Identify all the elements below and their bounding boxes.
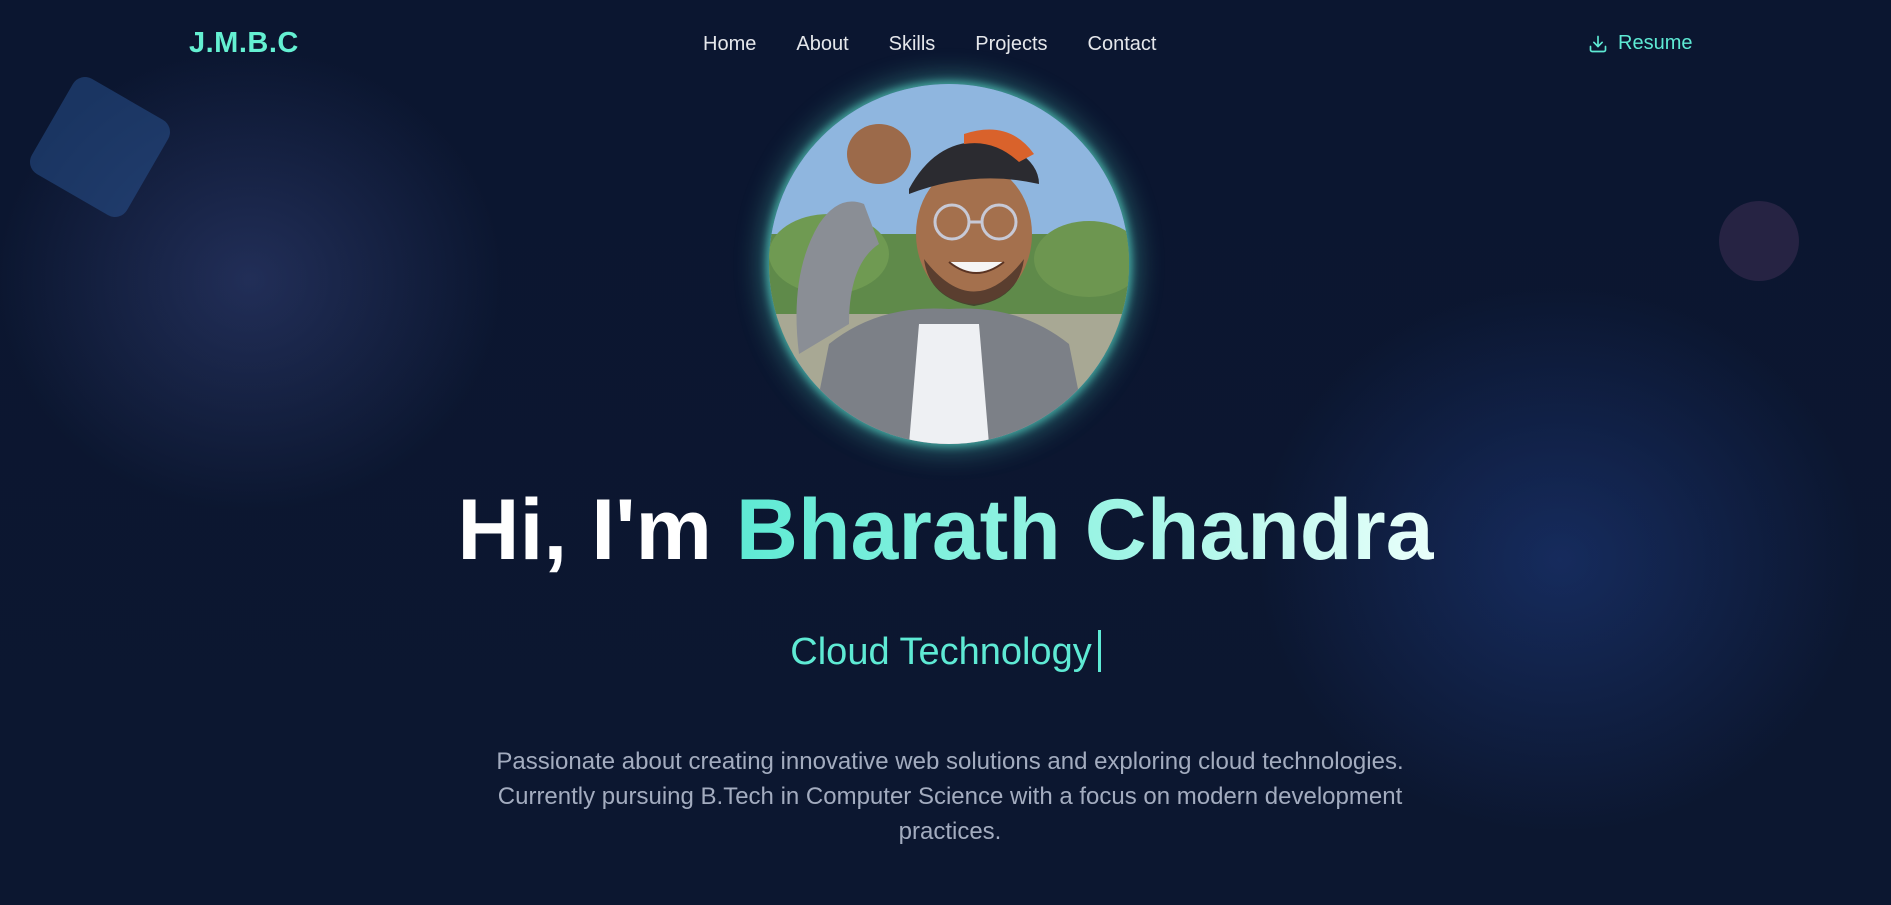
decorative-circle [1719,201,1799,281]
hero-headline: Hi, I'm Bharath Chandra [0,480,1891,580]
nav-link-home[interactable]: Home [703,33,756,56]
role-text: Cloud Technology [790,631,1092,673]
hero-bio: Passionate about creating innovative web… [496,748,1404,845]
resume-label: Resume [1618,32,1693,54]
nav-links: Home About Skills Projects Contact [703,33,1196,56]
top-navbar: J.M.B.C Home About Skills Projects Conta… [0,3,1891,83]
nav-link-contact[interactable]: Contact [1088,33,1157,56]
typing-role: Cloud Technology [0,630,1891,674]
nav-link-projects[interactable]: Projects [975,33,1047,56]
resume-button[interactable]: Resume [1588,32,1692,55]
nav-link-skills[interactable]: Skills [889,33,936,56]
profile-avatar [769,84,1129,444]
hero-name: Bharath Chandra [735,482,1434,578]
download-icon [1588,34,1608,54]
greeting-prefix: Hi, I'm [457,482,736,578]
site-logo[interactable]: J.M.B.C [189,27,299,60]
nav-link-about[interactable]: About [796,33,848,56]
typing-cursor [1097,630,1101,672]
